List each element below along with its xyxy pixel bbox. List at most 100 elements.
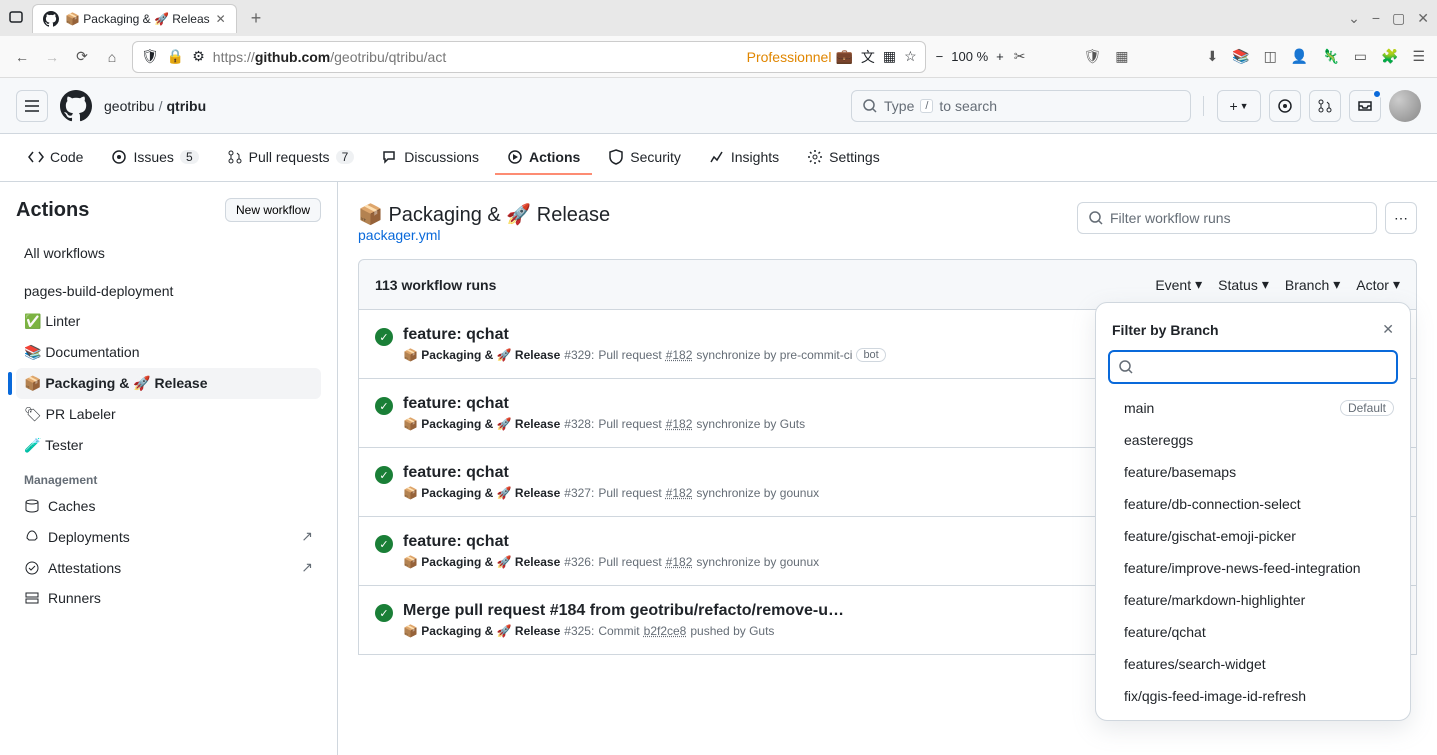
chevron-down-icon: ▾ bbox=[1195, 276, 1202, 293]
branch-option[interactable]: feature/markdown-highlighter bbox=[1096, 584, 1410, 616]
success-icon: ✓ bbox=[375, 397, 393, 415]
extension-icon[interactable]: ✂ bbox=[1014, 48, 1026, 65]
run-title[interactable]: feature: qchat bbox=[403, 533, 1121, 551]
branch-option[interactable]: features/search-widget bbox=[1096, 648, 1410, 680]
sidebar-runners[interactable]: Runners bbox=[16, 583, 321, 613]
chevron-down-icon: ▾ bbox=[1393, 276, 1400, 293]
pr-link[interactable]: #182 bbox=[666, 417, 693, 431]
workflow-file-link[interactable]: packager.yml bbox=[358, 227, 440, 243]
account-icon[interactable]: 👤 bbox=[1291, 48, 1308, 65]
filter-runs-input[interactable]: Filter workflow runs bbox=[1077, 202, 1377, 234]
extension-icon[interactable]: 🦎 bbox=[1322, 48, 1339, 65]
add-dropdown[interactable]: +▼ bbox=[1217, 90, 1261, 122]
sidebar-attestations[interactable]: Attestations↗ bbox=[16, 552, 321, 583]
menu-icon[interactable]: ☰ bbox=[1412, 48, 1425, 65]
translate-icon[interactable]: 文 bbox=[861, 47, 875, 67]
sidebar-item-pages[interactable]: pages-build-deployment bbox=[16, 276, 321, 306]
hamburger-button[interactable] bbox=[16, 90, 48, 122]
branch-option[interactable]: feature/qchat bbox=[1096, 616, 1410, 648]
pulls-button[interactable] bbox=[1309, 90, 1341, 122]
tabs-dropdown-icon[interactable]: ⌄ bbox=[1348, 10, 1360, 27]
close-icon[interactable]: ✕ bbox=[1382, 321, 1394, 338]
extension-icon[interactable]: ▭ bbox=[1354, 48, 1367, 65]
close-icon[interactable]: ✕ bbox=[216, 12, 226, 26]
reader-icon[interactable]: ▦ bbox=[883, 48, 896, 65]
inbox-button[interactable] bbox=[1349, 90, 1381, 122]
sidebar-item-labeler[interactable]: 🏷 PR Labeler bbox=[16, 399, 321, 430]
search-icon bbox=[1088, 210, 1104, 226]
extension-icon[interactable]: ▦ bbox=[1115, 48, 1128, 65]
sidebar-item-docs[interactable]: 📚 Documentation bbox=[16, 337, 321, 368]
sidebar-all-workflows[interactable]: All workflows bbox=[16, 238, 321, 268]
breadcrumb-owner[interactable]: geotribu bbox=[104, 98, 155, 114]
branch-option[interactable]: feature/basemaps bbox=[1096, 456, 1410, 488]
sidebar-item-tester[interactable]: 🧪 Tester bbox=[16, 430, 321, 461]
filter-branch[interactable]: Branch ▾ bbox=[1285, 276, 1340, 293]
zoom-level: 100 % bbox=[951, 49, 988, 64]
zoom-in-button[interactable]: + bbox=[996, 49, 1004, 64]
minimize-icon[interactable]: − bbox=[1372, 10, 1380, 27]
extension-icon[interactable]: 🛡 bbox=[1083, 48, 1101, 65]
nav-security[interactable]: Security bbox=[596, 141, 693, 175]
pr-link[interactable]: b2f2ce8 bbox=[644, 624, 687, 638]
nav-issues[interactable]: Issues5 bbox=[99, 141, 210, 175]
run-title[interactable]: feature: qchat bbox=[403, 464, 1121, 482]
sidebar-item-linter[interactable]: ✅ Linter bbox=[16, 306, 321, 337]
pr-link[interactable]: #182 bbox=[666, 486, 693, 500]
downloads-icon[interactable]: ⬇ bbox=[1206, 48, 1218, 65]
new-workflow-button[interactable]: New workflow bbox=[225, 198, 321, 222]
branch-option[interactable]: feature/db-connection-select bbox=[1096, 488, 1410, 520]
sidebar-item-packaging[interactable]: 📦 Packaging & 🚀 Release bbox=[16, 368, 321, 399]
breadcrumb-sep: / bbox=[159, 98, 163, 114]
success-icon: ✓ bbox=[375, 535, 393, 553]
pr-link[interactable]: #182 bbox=[666, 555, 693, 569]
github-search[interactable]: Type / to search bbox=[851, 90, 1191, 122]
pr-link[interactable]: #182 bbox=[666, 348, 693, 362]
nav-code[interactable]: Code bbox=[16, 141, 95, 175]
url-input[interactable]: 🛡 🔒 ⚙ https://github.com/geotribu/qtribu… bbox=[132, 41, 926, 73]
new-tab-button[interactable]: + bbox=[245, 8, 268, 29]
maximize-icon[interactable]: ▢ bbox=[1392, 10, 1405, 27]
zoom-controls: − 100 % + bbox=[936, 49, 1004, 64]
issues-button[interactable] bbox=[1269, 90, 1301, 122]
nav-settings[interactable]: Settings bbox=[795, 141, 892, 175]
bookmark-icon[interactable]: ☆ bbox=[904, 48, 917, 65]
filter-status[interactable]: Status ▾ bbox=[1218, 276, 1269, 293]
breadcrumb-repo[interactable]: qtribu bbox=[166, 98, 206, 114]
profile-indicator[interactable]: Professionnel 💼 bbox=[747, 48, 853, 65]
filter-actor[interactable]: Actor ▾ bbox=[1356, 276, 1400, 293]
run-title[interactable]: feature: qchat bbox=[403, 326, 1121, 344]
branch-search-field[interactable] bbox=[1140, 359, 1388, 375]
reload-button[interactable]: ⟳ bbox=[72, 48, 92, 65]
external-link-icon: ↗ bbox=[301, 528, 313, 545]
sidebar-caches[interactable]: Caches bbox=[16, 491, 321, 521]
library-icon[interactable]: 📚 bbox=[1232, 48, 1249, 65]
github-logo[interactable] bbox=[60, 90, 92, 122]
nav-insights[interactable]: Insights bbox=[697, 141, 791, 175]
nav-actions[interactable]: Actions bbox=[495, 141, 592, 175]
nav-pulls[interactable]: Pull requests7 bbox=[215, 141, 367, 175]
close-window-icon[interactable]: ✕ bbox=[1417, 10, 1429, 27]
run-meta: 📦 Packaging & 🚀 Release #327: Pull reque… bbox=[403, 486, 1121, 500]
branch-search-input[interactable] bbox=[1108, 350, 1398, 384]
branch-option[interactable]: fix/qgis-feed-image-id-refresh bbox=[1096, 680, 1410, 712]
back-button[interactable]: ← bbox=[12, 49, 32, 65]
sidebar-deployments[interactable]: Deployments↗ bbox=[16, 521, 321, 552]
branch-option[interactable]: feature/gischat-emoji-picker bbox=[1096, 520, 1410, 552]
branch-option[interactable]: mainDefault bbox=[1096, 392, 1410, 424]
run-title[interactable]: Merge pull request #184 from geotribu/re… bbox=[403, 602, 1186, 620]
nav-discussions[interactable]: Discussions bbox=[370, 141, 491, 175]
extensions-icon[interactable]: 🧩 bbox=[1381, 48, 1398, 65]
browser-tab[interactable]: 📦 Packaging & 🚀 Releas ✕ bbox=[32, 4, 237, 33]
run-title[interactable]: feature: qchat bbox=[403, 395, 1121, 413]
home-button[interactable]: ⌂ bbox=[102, 49, 122, 65]
more-button[interactable]: ⋯ bbox=[1385, 202, 1417, 234]
run-meta: 📦 Packaging & 🚀 Release #325: Commit b2f… bbox=[403, 624, 1186, 638]
zoom-out-button[interactable]: − bbox=[936, 49, 944, 64]
sidebar-icon[interactable]: ◫ bbox=[1264, 48, 1277, 65]
chevron-down-icon: ▾ bbox=[1262, 276, 1269, 293]
branch-option[interactable]: feature/improve-news-feed-integration bbox=[1096, 552, 1410, 584]
avatar[interactable] bbox=[1389, 90, 1421, 122]
filter-event[interactable]: Event ▾ bbox=[1155, 276, 1202, 293]
branch-option[interactable]: eastereggs bbox=[1096, 424, 1410, 456]
